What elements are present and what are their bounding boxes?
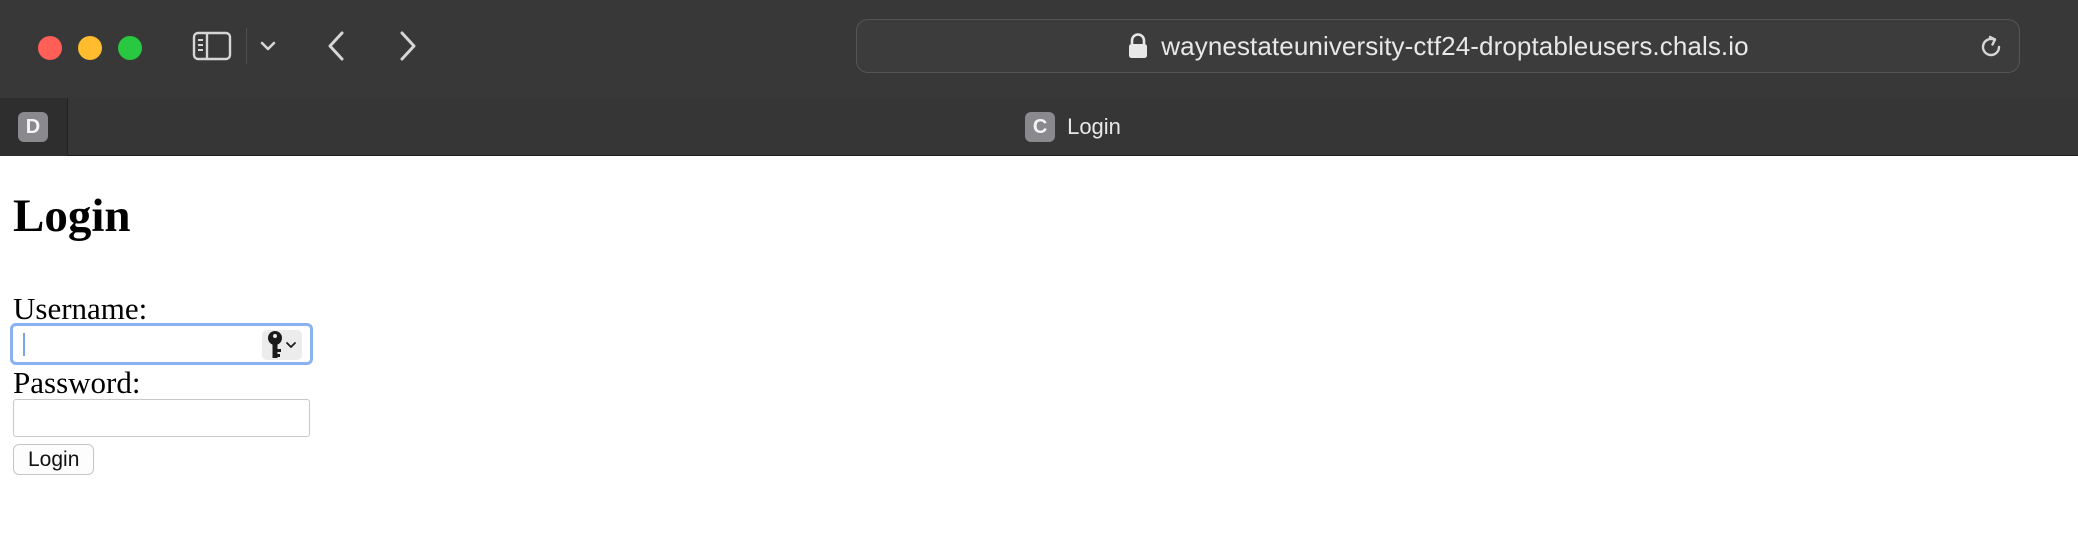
window-close-button[interactable] — [38, 36, 62, 60]
lock-icon — [1129, 33, 1148, 58]
chevron-left-icon — [328, 31, 344, 61]
page-content: Login Username: Password: Login — [0, 157, 2078, 548]
tab-bar: D C Login — [0, 98, 2078, 156]
url-text[interactable]: waynestateuniversity-ctf24-droptableuser… — [1161, 31, 1748, 62]
page-title: Login — [13, 190, 131, 242]
login-button[interactable]: Login — [13, 444, 95, 475]
forward-button[interactable] — [392, 26, 424, 66]
key-icon — [268, 331, 282, 358]
pinned-tab-favicon: D — [18, 112, 48, 142]
back-button[interactable] — [320, 26, 352, 66]
sidebar-icon — [192, 31, 232, 61]
sidebar-menu-button[interactable] — [256, 34, 280, 58]
tab-favicon: C — [1025, 112, 1056, 142]
reload-button[interactable] — [1977, 33, 2005, 61]
text-caret — [23, 333, 25, 356]
password-autofill-button[interactable] — [262, 330, 302, 360]
reload-icon — [1981, 35, 2001, 57]
toolbar-divider — [246, 28, 247, 64]
chevron-right-icon — [400, 31, 416, 61]
username-label: Username: — [13, 291, 148, 326]
chevron-down-icon — [286, 342, 296, 348]
pinned-tab[interactable]: D — [0, 98, 68, 156]
password-field[interactable] — [13, 399, 310, 437]
chevron-down-icon — [260, 41, 276, 51]
window-maximize-button[interactable] — [118, 36, 142, 60]
password-label: Password: — [13, 365, 141, 400]
tab-title: Login — [1067, 114, 1121, 139]
window-minimize-button[interactable] — [78, 36, 102, 60]
browser-toolbar: waynestateuniversity-ctf24-droptableuser… — [0, 0, 2078, 98]
address-bar[interactable]: waynestateuniversity-ctf24-droptableuser… — [856, 19, 2020, 73]
sidebar-toggle-button[interactable] — [190, 28, 234, 64]
username-field[interactable] — [10, 323, 313, 365]
tab-login[interactable]: C Login — [68, 98, 2078, 156]
